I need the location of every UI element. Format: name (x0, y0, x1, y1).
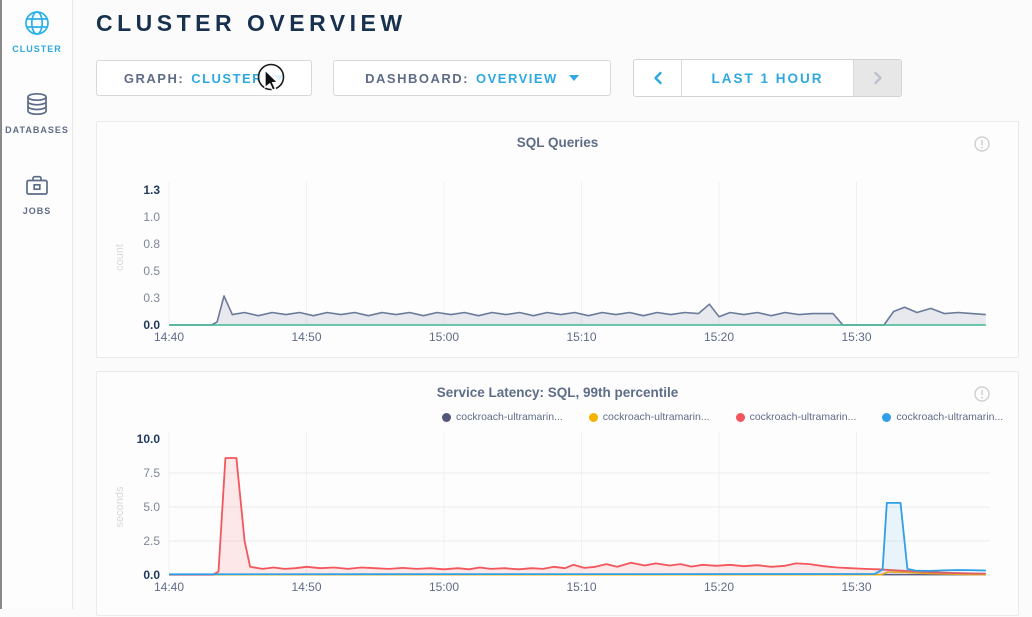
svg-text:1.0: 1.0 (143, 210, 160, 224)
chevron-right-icon (873, 71, 883, 85)
svg-text:0.5: 0.5 (143, 264, 160, 278)
sql-queries-panel: SQL Queries 1.31.00.80.50.30.014:4014:50… (96, 121, 1019, 358)
svg-text:0.3: 0.3 (143, 291, 160, 305)
sql-queries-chart[interactable]: 1.31.00.80.50.30.014:4014:5015:0015:1015… (97, 122, 1018, 357)
page-title: CLUSTER OVERVIEW (96, 10, 407, 37)
service-latency-chart[interactable]: 10.07.55.02.50.014:4014:5015:0015:1015:2… (97, 372, 1018, 615)
svg-text:7.5: 7.5 (143, 466, 160, 480)
svg-text:14:40: 14:40 (154, 580, 184, 594)
svg-text:15:00: 15:00 (429, 580, 459, 594)
databases-icon (22, 89, 52, 119)
chevron-down-icon (569, 75, 579, 81)
sidebar-item-label: CLUSTER (2, 44, 72, 54)
dashboard-dropdown-label: DASHBOARD: (365, 71, 469, 86)
svg-text:15:10: 15:10 (566, 330, 596, 344)
svg-text:14:50: 14:50 (291, 580, 321, 594)
sidebar-item-jobs[interactable]: JOBS (2, 170, 72, 216)
svg-text:10.0: 10.0 (137, 432, 161, 446)
svg-text:15:30: 15:30 (841, 330, 871, 344)
sidebar-item-label: DATABASES (2, 125, 72, 135)
sidebar: CLUSTER DATABASES JOBS (2, 0, 73, 609)
dashboard-dropdown-value: OVERVIEW (476, 71, 558, 86)
svg-text:2.5: 2.5 (143, 534, 160, 548)
svg-text:count: count (114, 244, 126, 271)
graph-dropdown-label: GRAPH: (124, 71, 184, 86)
svg-text:14:40: 14:40 (154, 330, 184, 344)
graph-dropdown[interactable]: GRAPH: CLUSTER (96, 60, 312, 96)
time-range-prev-button[interactable] (634, 60, 682, 96)
svg-text:1.3: 1.3 (143, 183, 160, 197)
svg-text:15:10: 15:10 (566, 580, 596, 594)
svg-text:0.8: 0.8 (143, 237, 160, 251)
time-range-selector: LAST 1 HOUR (633, 59, 902, 97)
sidebar-item-cluster[interactable]: CLUSTER (2, 8, 72, 54)
time-range-label[interactable]: LAST 1 HOUR (682, 60, 853, 96)
svg-text:14:50: 14:50 (291, 330, 321, 344)
chevron-down-icon (274, 75, 284, 81)
globe-icon (22, 8, 52, 38)
svg-text:15:30: 15:30 (841, 580, 871, 594)
sidebar-item-label: JOBS (2, 206, 72, 216)
svg-text:15:20: 15:20 (704, 330, 734, 344)
service-latency-panel: Service Latency: SQL, 99th percentile co… (96, 371, 1019, 616)
svg-text:15:00: 15:00 (429, 330, 459, 344)
svg-text:seconds: seconds (114, 486, 126, 527)
dashboard-dropdown[interactable]: DASHBOARD: OVERVIEW (333, 60, 611, 96)
chevron-left-icon (653, 71, 663, 85)
graph-dropdown-value: CLUSTER (191, 71, 263, 86)
sidebar-item-databases[interactable]: DATABASES (2, 89, 72, 135)
svg-text:5.0: 5.0 (143, 500, 160, 514)
svg-text:15:20: 15:20 (704, 580, 734, 594)
jobs-icon (22, 170, 52, 200)
time-range-next-button-disabled[interactable] (853, 60, 901, 96)
